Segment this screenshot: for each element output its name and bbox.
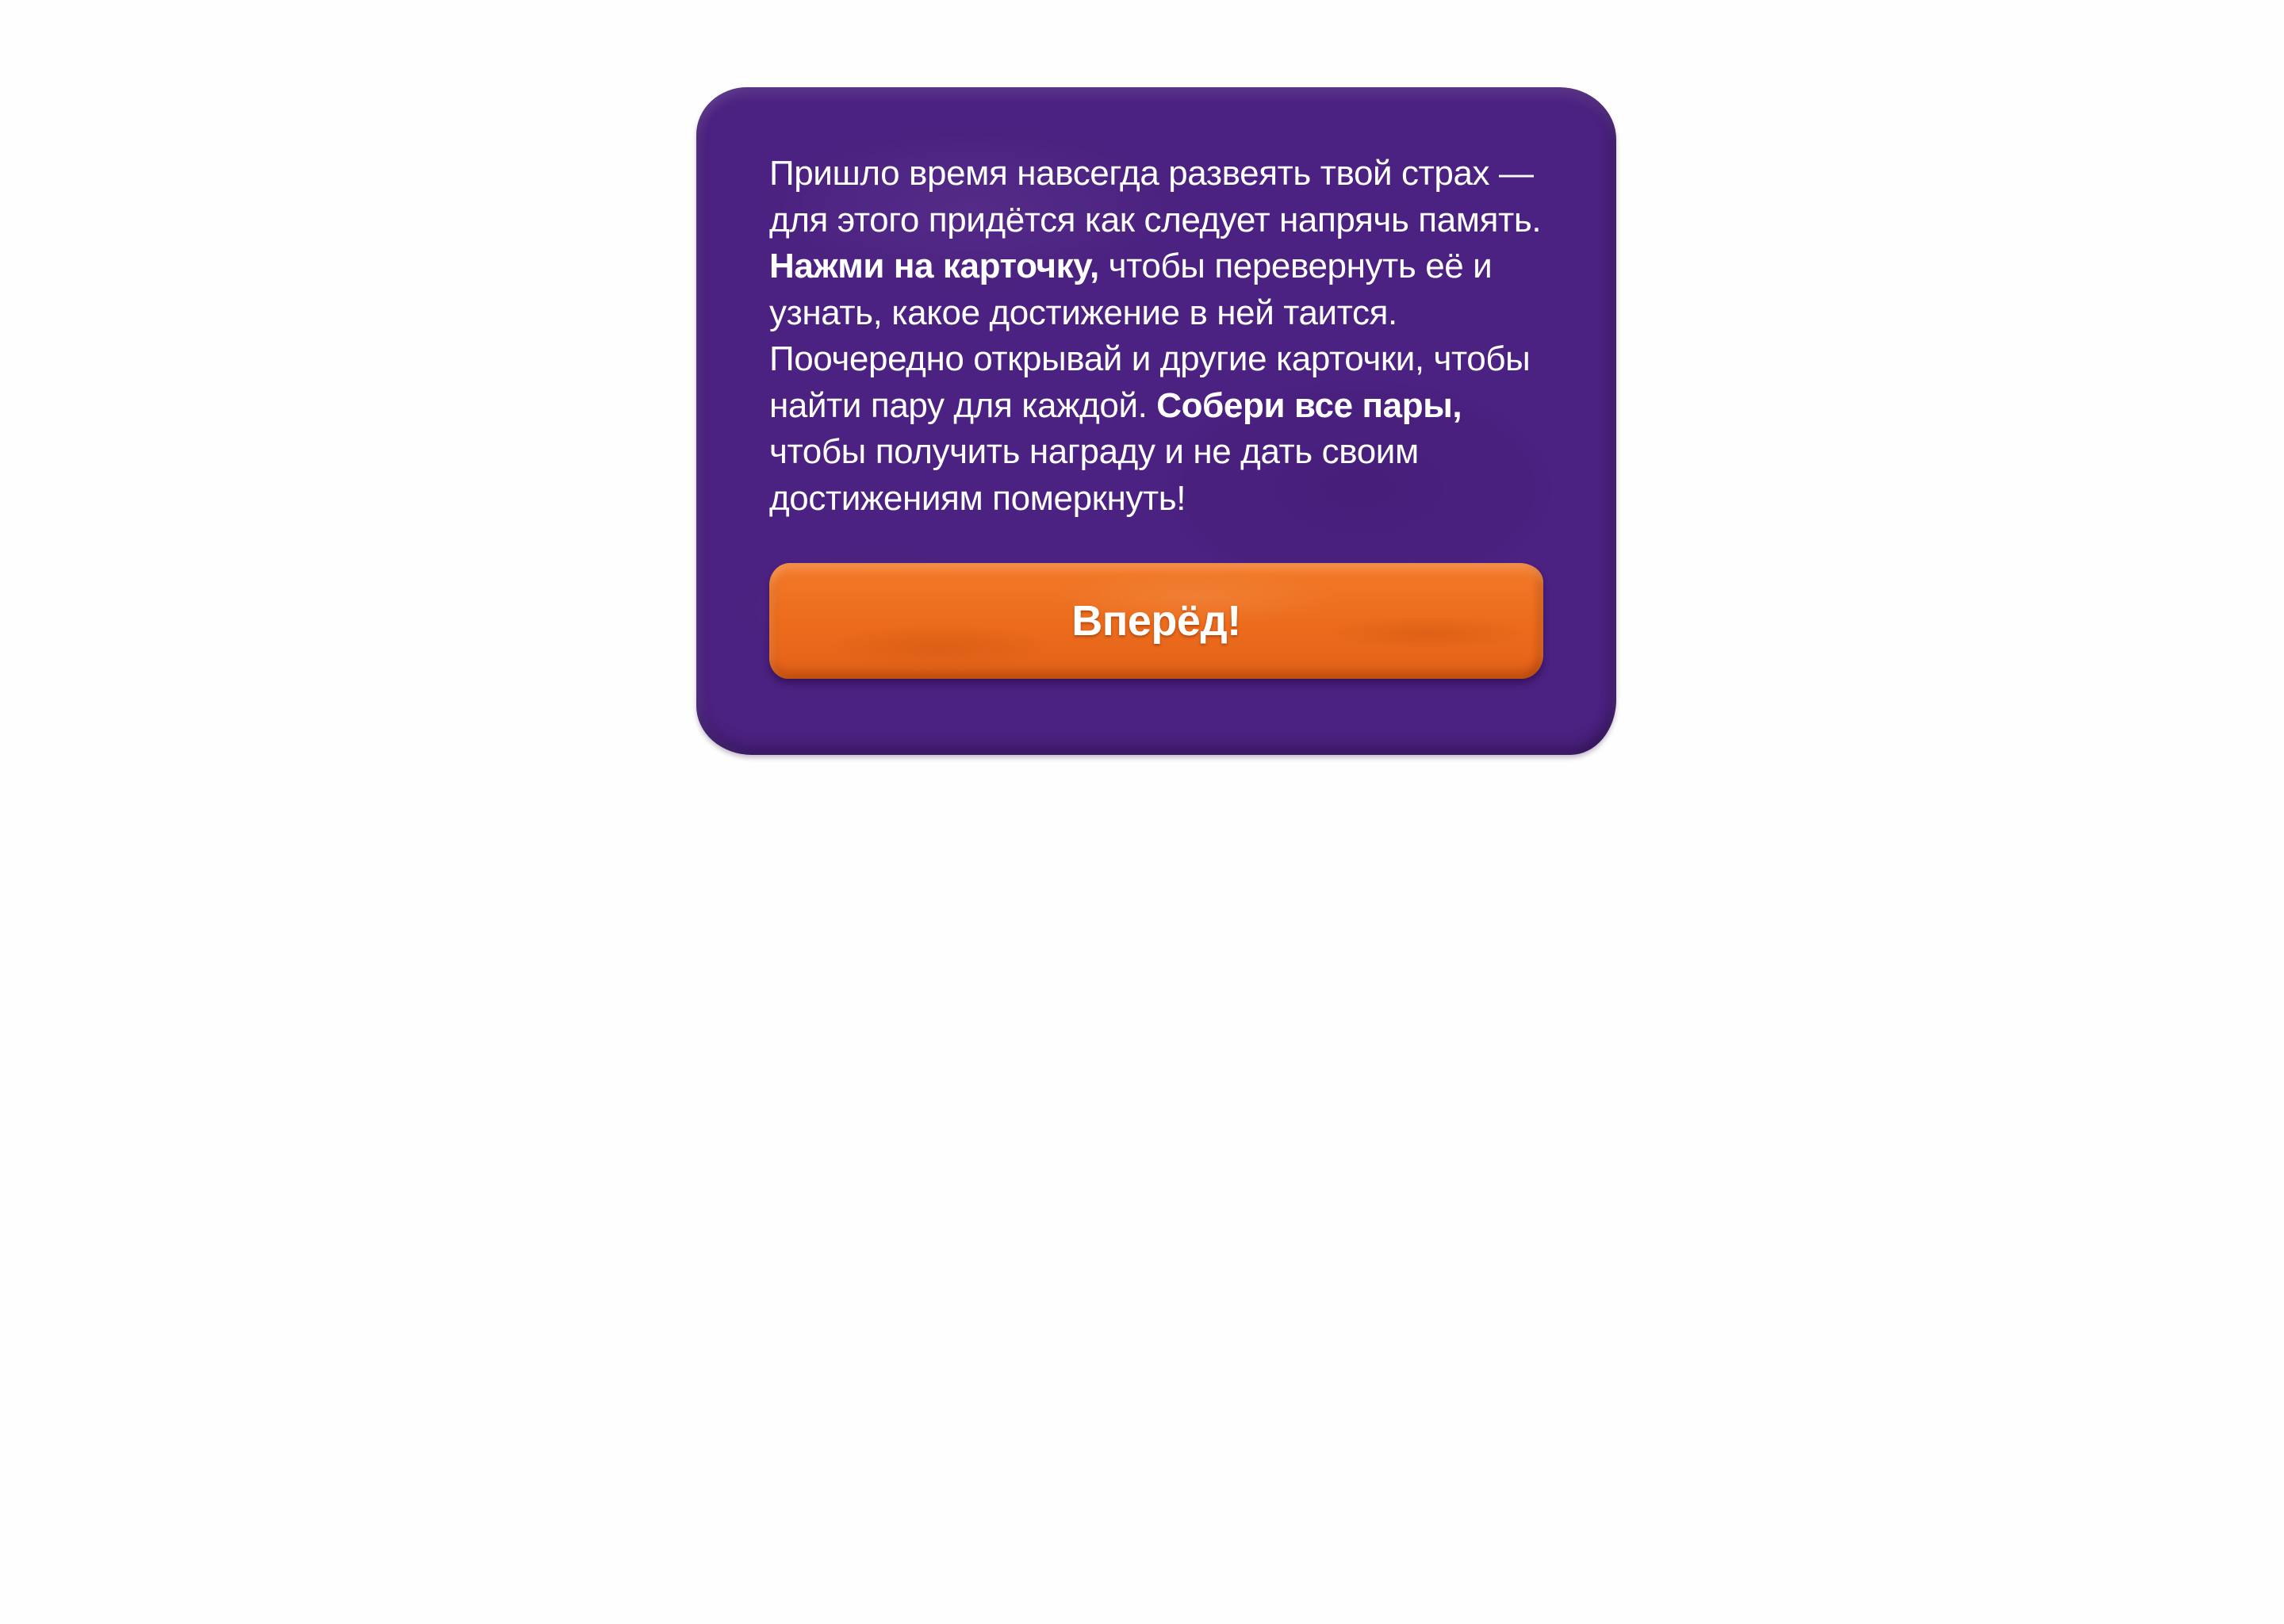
instruction-text-part-1: Пришло время навсегда развеять твой стра… [769,154,1542,239]
instruction-highlight-collect-pairs: Собери все пары, [1156,385,1462,425]
instruction-text-part-3: чтобы получить награду и не дать своим д… [769,432,1419,518]
instruction-text: Пришло время навсегда развеять твой стра… [769,151,1554,522]
instruction-card: Пришло время навсегда развеять твой стра… [696,87,1616,755]
instruction-highlight-tap-card: Нажми на карточку, [769,247,1099,285]
forward-button[interactable]: Вперёд! [769,563,1543,679]
game-screen: Пришло время навсегда развеять твой стра… [0,0,2284,1624]
